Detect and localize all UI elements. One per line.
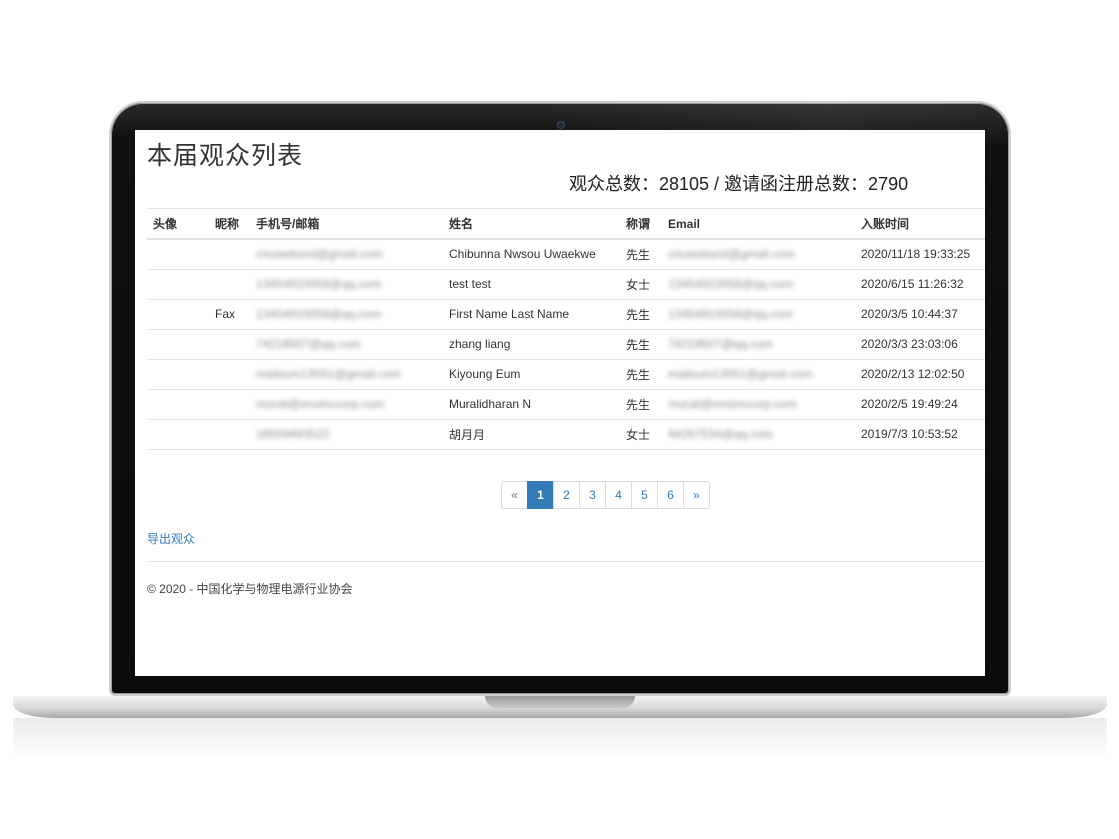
cell-name: First Name Last Name [443, 299, 620, 330]
cell-email: 94267534@qq.com [662, 419, 855, 450]
cell-title: 女士 [620, 419, 662, 450]
laptop-opening-notch [485, 696, 635, 708]
cell-time: 2020/11/18 19:33:25 [855, 239, 985, 270]
cell-nickname [209, 419, 250, 450]
table-row: cnuewtsest@gmail.com Chibunna Nwsou Uwaek… [147, 239, 985, 270]
table-row: mailsum13551@gmail.com Kiyoung Eum 先生 mails… [147, 359, 985, 390]
cell-nickname: Fax [209, 299, 250, 330]
pagination: « 1 2 3 4 5 6 » [501, 481, 710, 509]
cell-contact: 13454910058@qq.com [250, 269, 443, 300]
table-row: 74219507@qq.com zhang liang 先生 74219507@qq.… [147, 329, 985, 360]
cell-title: 先生 [620, 239, 662, 270]
cell-name: test test [443, 269, 620, 300]
cell-avatar [147, 269, 209, 300]
col-header-contact: 手机号/邮箱 [250, 209, 443, 240]
col-header-email: Email [662, 209, 855, 240]
cell-avatar [147, 299, 209, 330]
cell-title: 先生 [620, 329, 662, 360]
cell-nickname [209, 329, 250, 360]
cell-title: 先生 [620, 389, 662, 420]
cell-title: 先生 [620, 359, 662, 390]
cell-contact: 18559493522 [250, 419, 443, 450]
cell-nickname [209, 389, 250, 420]
visitor-summary: 观众总数：28105 / 邀请函注册总数：2790 [569, 174, 909, 194]
cell-time: 2020/3/3 23:03:06 [855, 329, 985, 360]
page-link-1[interactable]: 1 [527, 481, 554, 509]
cell-contact: murali@ensinccorp.com [250, 389, 443, 420]
visitor-table: 头像 昵称 手机号/邮箱 姓名 称谓 Email 入账时间 cnuewtsest… [147, 209, 985, 450]
col-header-title: 称谓 [620, 209, 662, 240]
cell-avatar [147, 329, 209, 360]
table-row: Fax 13454910058@qq.com First Name Last Nam… [147, 299, 985, 330]
col-header-avatar: 头像 [147, 209, 209, 240]
cell-time: 2020/3/5 10:44:37 [855, 299, 985, 330]
laptop-reflection [13, 718, 1107, 760]
cell-email: 74219507@qq.com [662, 329, 855, 360]
cell-contact: 13454910058@qq.com [250, 299, 443, 330]
col-header-name: 姓名 [443, 209, 620, 240]
cell-title: 女士 [620, 269, 662, 300]
webcam-icon [557, 121, 565, 129]
page-link-4[interactable]: 4 [605, 481, 632, 509]
page-link-3[interactable]: 3 [579, 481, 606, 509]
cell-name: zhang liang [443, 329, 620, 360]
cell-contact: mailsum13551@gmail.com [250, 359, 443, 390]
cell-time: 2020/2/13 12:02:50 [855, 359, 985, 390]
export-visitors-link[interactable]: 导出观众 [147, 530, 195, 547]
browser-screen: 本届观众列表 观众总数：28105 / 邀请函注册总数：2790 头像 昵称 手… [135, 130, 985, 676]
cell-email: cnuewtsest@gmail.com [662, 239, 855, 270]
cell-avatar [147, 239, 209, 270]
table-header-row: 头像 昵称 手机号/邮箱 姓名 称谓 Email 入账时间 [147, 209, 985, 240]
cell-nickname [209, 239, 250, 270]
pagination-prev[interactable]: « [501, 481, 528, 509]
page-title: 本届观众列表 [147, 142, 304, 170]
cell-name: 胡月月 [443, 419, 620, 450]
cell-email: 13454910058@qq.com [662, 299, 855, 330]
cell-email: mailsum13551@gmail.com [662, 359, 855, 390]
page-link-6[interactable]: 6 [657, 481, 684, 509]
cell-avatar [147, 389, 209, 420]
cell-name: Chibunna Nwsou Uwaekwe [443, 239, 620, 270]
cell-name: Kiyoung Eum [443, 359, 620, 390]
col-header-time: 入账时间 [855, 209, 985, 240]
table-row: 18559493522 胡月月 女士 94267534@qq.com 2019/7/3 … [147, 419, 985, 450]
cell-contact: cnuewtsest@gmail.com [250, 239, 443, 270]
cell-avatar [147, 359, 209, 390]
cell-contact: 74219507@qq.com [250, 329, 443, 360]
page-link-2[interactable]: 2 [553, 481, 580, 509]
cell-nickname [209, 359, 250, 390]
table-row: 13454910058@qq.com test test 女士 13454910058… [147, 269, 985, 300]
cell-time: 2020/2/5 19:49:24 [855, 389, 985, 420]
col-header-nickname: 昵称 [209, 209, 250, 240]
cell-time: 2019/7/3 10:53:52 [855, 419, 985, 450]
cell-time: 2020/6/15 11:26:32 [855, 269, 985, 300]
footer-divider [147, 561, 985, 562]
cell-avatar [147, 419, 209, 450]
cell-nickname [209, 269, 250, 300]
footer-copyright: © 2020 - 中国化学与物理电源行业协会 [147, 582, 353, 596]
cell-title: 先生 [620, 299, 662, 330]
page-link-5[interactable]: 5 [631, 481, 658, 509]
pagination-next[interactable]: » [683, 481, 710, 509]
cell-email: murali@ensinccorp.com [662, 389, 855, 420]
table-row: murali@ensinccorp.com Muralidharan N 先生 mur… [147, 389, 985, 420]
cell-name: Muralidharan N [443, 389, 620, 420]
cell-email: 13454910058@qq.com [662, 269, 855, 300]
